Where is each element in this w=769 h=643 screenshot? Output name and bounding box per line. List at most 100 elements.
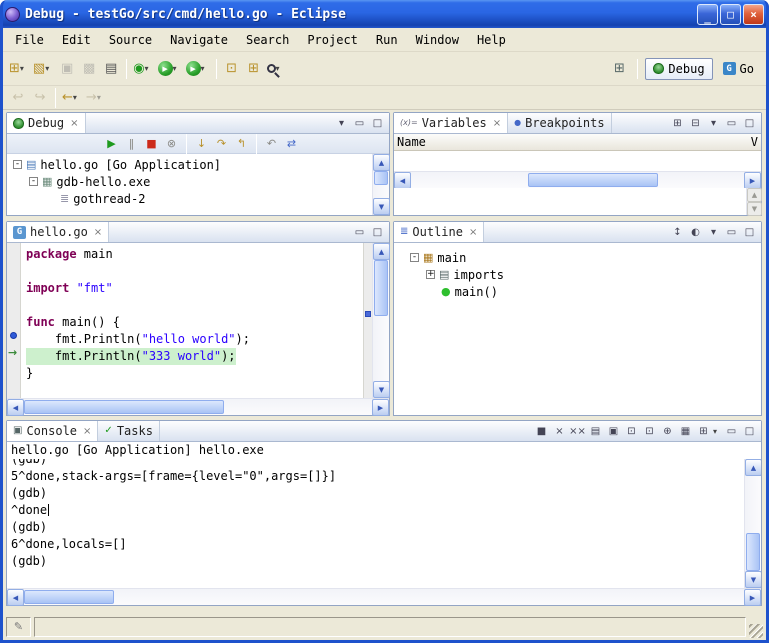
scroll-left-button[interactable]: ◀ [394,172,411,189]
debug-button[interactable]: ◉▾ [131,57,155,81]
maximize-button[interactable]: □ [720,4,741,25]
menu-search[interactable]: Search [237,30,298,50]
overview-ruler[interactable] [363,243,372,398]
drop-to-frame-button[interactable]: ↶ [262,135,281,152]
close-tab-icon[interactable]: × [83,426,91,437]
column-value[interactable]: V [751,135,758,149]
show-on-stderr-button[interactable]: ⊡ [641,423,658,439]
close-tab-icon[interactable]: × [70,118,78,129]
menu-navigate[interactable]: Navigate [161,30,237,50]
minimize-view-button[interactable]: ▭ [723,115,740,131]
perspective-debug-button[interactable]: Debug [645,58,712,80]
step-over-button[interactable]: ↷ [212,135,231,152]
variables-column-header[interactable]: Name V [394,134,761,151]
dropdown-arrow-icon[interactable]: ▾ [713,427,722,436]
editor-vscrollbar[interactable]: ▲ ▼ [372,243,389,398]
debug-tree-item-launch[interactable]: - ▤ hello.go [Go Application] [11,156,372,173]
console-vscrollbar[interactable]: ▲ ▼ [744,459,761,588]
minimize-view-button[interactable]: ▭ [723,224,740,240]
code-editor[interactable]: package main import "fmt" func main() { … [21,243,363,398]
dropdown-arrow-icon[interactable]: ▾ [45,64,54,73]
disconnect-button[interactable]: ⊗ [162,135,181,152]
scroll-right-button[interactable]: ▶ [372,399,389,416]
terminate-button[interactable]: ■ [533,423,550,439]
tab-console[interactable]: ▣ Console × [7,421,98,441]
menu-help[interactable]: Help [468,30,515,50]
minimize-view-button[interactable]: ▭ [351,115,368,131]
scroll-up-button[interactable]: ▲ [747,188,762,202]
clear-console-button[interactable]: ▤ [587,423,604,439]
expander-open-icon[interactable]: - [29,177,38,186]
tab-breakpoints[interactable]: ● Breakpoints [508,113,611,133]
dropdown-arrow-icon[interactable]: ▾ [20,64,29,73]
detail-scrollbar[interactable]: ▲ ▼ [746,188,761,215]
scroll-up-button[interactable]: ▲ [373,154,390,171]
dropdown-arrow-icon[interactable]: ▾ [201,64,210,73]
last-edit-location-button[interactable]: ↩ [7,86,29,110]
breakpoint-marker-icon[interactable] [10,332,17,339]
variables-detail-text[interactable] [394,188,746,215]
expander-closed-icon[interactable]: + [426,270,435,279]
expander-open-icon[interactable]: - [13,160,22,169]
resume-button[interactable]: ▶ [102,135,121,152]
tab-tasks[interactable]: ✓ Tasks [98,421,160,441]
search-button[interactable]: ▾ [265,57,287,81]
scroll-thumb[interactable] [374,171,388,185]
new-element-button[interactable]: ▧▾ [31,57,56,81]
next-edit-location-button[interactable]: ↪ [29,86,51,110]
scroll-down-button[interactable]: ▼ [373,198,390,215]
menu-file[interactable]: File [6,30,53,50]
expander-open-icon[interactable]: - [410,253,419,262]
scroll-down-button[interactable]: ▼ [747,202,762,216]
menu-edit[interactable]: Edit [53,30,100,50]
debug-tree-item-process[interactable]: - ▦ gdb-hello.exe [11,173,372,190]
variables-hscrollbar[interactable]: ◀ ▶ [394,171,761,188]
dropdown-arrow-icon[interactable]: ▾ [73,93,82,102]
collapse-all-button[interactable]: ⊟ [687,115,704,131]
show-on-stdout-button[interactable]: ⊡ [623,423,640,439]
editor-hscrollbar[interactable]: ◀ ▶ [7,398,389,415]
scroll-left-button[interactable]: ◀ [7,399,24,416]
close-tab-icon[interactable]: × [493,118,501,129]
display-selected-console-button[interactable]: ▦ [677,423,694,439]
scroll-thumb[interactable] [528,173,658,187]
debug-tree-item-thread[interactable]: ≣ gothread-2 [11,190,372,207]
remove-all-terminated-button[interactable]: ×× [569,423,586,439]
outline-item-package[interactable]: - ▦ main [398,249,761,266]
titlebar[interactable]: Debug - testGo/src/cmd/hello.go - Eclips… [0,0,769,28]
minimize-view-button[interactable]: ▭ [723,423,740,439]
variables-table[interactable] [394,151,761,171]
outline-item-imports[interactable]: + ▤ imports [398,266,761,283]
dropdown-arrow-icon[interactable]: ▾ [97,93,106,102]
scroll-up-button[interactable]: ▲ [745,459,761,476]
menu-run[interactable]: Run [367,30,407,50]
debug-scrollbar[interactable]: ▲ ▼ [372,154,389,215]
dropdown-arrow-icon[interactable]: ▾ [173,64,182,73]
close-tab-icon[interactable]: × [469,227,477,238]
maximize-view-button[interactable]: □ [741,423,758,439]
step-into-button[interactable]: ↓ [192,135,211,152]
maximize-view-button[interactable]: □ [741,115,758,131]
menu-window[interactable]: Window [407,30,468,50]
maximize-view-button[interactable]: □ [369,224,386,240]
print-button[interactable]: ▤ [100,57,122,81]
step-return-button[interactable]: ↰ [232,135,251,152]
outline-item-main-func[interactable]: ● main() [398,283,761,300]
tab-outline[interactable]: ≣ Outline × [394,222,484,242]
scroll-down-button[interactable]: ▼ [745,571,761,588]
console-hscrollbar[interactable]: ◀ ▶ [7,588,761,605]
scroll-thumb[interactable] [374,260,388,316]
close-tab-icon[interactable]: × [94,227,102,238]
view-menu-chevron-icon[interactable]: ▾ [705,115,722,131]
perspective-go-button[interactable]: G Go [716,59,761,79]
show-logical-structure-button[interactable]: ⊞ [669,115,686,131]
minimize-button[interactable]: _ [697,4,718,25]
dropdown-arrow-icon[interactable]: ▾ [145,64,154,73]
use-step-filters-button[interactable]: ⇄ [282,135,301,152]
suspend-button[interactable]: ‖ [122,135,141,152]
scroll-thumb[interactable] [746,533,760,571]
scroll-up-button[interactable]: ▲ [373,243,390,260]
save-button[interactable]: ▣ [56,57,78,81]
open-element-button[interactable]: ⊡ [221,57,243,81]
new-wizard-button[interactable]: ⊞▾ [7,57,31,81]
